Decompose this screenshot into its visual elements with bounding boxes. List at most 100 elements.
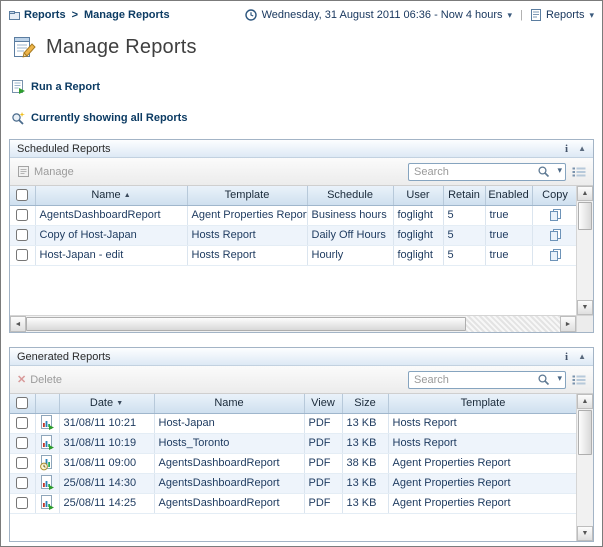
search-dropdown-icon[interactable]: ▾ xyxy=(557,373,562,384)
column-header-date[interactable]: Date ▼ xyxy=(59,394,154,413)
column-header-name[interactable]: Name ▲ xyxy=(35,186,187,205)
row-checkbox[interactable] xyxy=(16,209,28,221)
vertical-scrollbar[interactable]: ▲ ▼ xyxy=(576,186,593,315)
column-header-template[interactable]: Template xyxy=(388,394,576,413)
report-icon xyxy=(40,437,54,449)
time-range-dropdown-icon[interactable]: ▾ xyxy=(508,10,513,21)
column-header-size[interactable]: Size xyxy=(342,394,388,413)
cell-view[interactable]: PDF xyxy=(304,433,342,453)
column-header-copy[interactable]: Copy xyxy=(532,186,576,205)
row-checkbox[interactable] xyxy=(16,477,28,489)
manage-reports-icon xyxy=(11,35,37,59)
column-header-view[interactable]: View xyxy=(304,394,342,413)
scroll-up-button[interactable]: ▲ xyxy=(577,186,593,201)
scheduled-report-icon xyxy=(40,457,54,469)
table-customizer-icon[interactable] xyxy=(572,374,586,386)
report-icon xyxy=(40,417,54,429)
row-checkbox[interactable] xyxy=(16,457,28,469)
row-checkbox[interactable] xyxy=(16,437,28,449)
filter-icon xyxy=(11,111,25,125)
run-report-label: Run a Report xyxy=(31,81,100,93)
scrollbar-thumb[interactable] xyxy=(578,410,592,455)
column-header-user[interactable]: User xyxy=(393,186,443,205)
scrollbar-thumb[interactable] xyxy=(26,317,466,331)
scrollbar-thumb[interactable] xyxy=(578,202,592,230)
scrollbar-track[interactable] xyxy=(466,316,560,332)
table-row[interactable]: 25/08/11 14:30 AgentsDashboardReport PDF… xyxy=(10,473,576,493)
column-header-schedule[interactable]: Schedule xyxy=(307,186,393,205)
reports-folder-icon xyxy=(9,10,20,21)
cell-schedule: Daily Off Hours xyxy=(307,225,393,245)
table-row[interactable]: 31/08/11 10:19 Hosts_Toronto PDF 13 KB H… xyxy=(10,433,576,453)
row-checkbox[interactable] xyxy=(16,229,28,241)
reports-menu-dropdown-icon[interactable]: ▾ xyxy=(589,10,594,21)
cell-view[interactable]: PDF xyxy=(304,493,342,513)
row-checkbox[interactable] xyxy=(16,417,28,429)
table-row[interactable]: Copy of Host-Japan Hosts Report Daily Of… xyxy=(10,225,576,245)
scheduled-header-row: Name ▲ Template Schedule User Retain Ena… xyxy=(10,186,576,205)
cell-template: Agent Properties Report xyxy=(388,473,576,493)
copy-icon[interactable] xyxy=(548,229,563,241)
cell-schedule: Hourly xyxy=(307,245,393,265)
delete-button-label: Delete xyxy=(30,374,62,386)
select-all-checkbox-cell xyxy=(10,394,35,413)
cell-user: foglight xyxy=(393,225,443,245)
row-checkbox[interactable] xyxy=(16,249,28,261)
cell-view[interactable]: PDF xyxy=(304,413,342,433)
copy-icon[interactable] xyxy=(548,209,563,221)
info-icon[interactable]: i xyxy=(565,143,568,155)
cell-name: Hosts_Toronto xyxy=(154,433,304,453)
cell-schedule: Business hours xyxy=(307,205,393,225)
scroll-left-button[interactable]: ◄ xyxy=(10,316,26,332)
table-customizer-icon[interactable] xyxy=(572,166,586,178)
sort-asc-icon: ▲ xyxy=(124,192,131,199)
collapse-icon[interactable]: ▲ xyxy=(578,144,586,153)
scroll-down-button[interactable]: ▼ xyxy=(577,300,593,315)
column-header-retain[interactable]: Retain xyxy=(443,186,485,205)
table-row[interactable]: AgentsDashboardReport Agent Properties R… xyxy=(10,205,576,225)
cell-user: foglight xyxy=(393,205,443,225)
select-all-checkbox[interactable] xyxy=(16,397,28,409)
vertical-scrollbar[interactable]: ▲ ▼ xyxy=(576,394,593,541)
horizontal-scrollbar[interactable]: ◄ ► xyxy=(10,316,576,332)
table-row[interactable]: 31/08/11 09:00 AgentsDashboardReport PDF… xyxy=(10,453,576,473)
report-icon xyxy=(40,477,54,489)
table-row[interactable]: Host-Japan - edit Hosts Report Hourly fo… xyxy=(10,245,576,265)
scheduled-panel-title: Scheduled Reports xyxy=(17,143,111,155)
cell-view[interactable]: PDF xyxy=(304,453,342,473)
column-header-name[interactable]: Name xyxy=(154,394,304,413)
search-icon[interactable] xyxy=(537,165,550,178)
cell-name: Host-Japan - edit xyxy=(35,245,187,265)
table-row[interactable]: 25/08/11 14:25 AgentsDashboardReport PDF… xyxy=(10,493,576,513)
generated-search-box: ▾ xyxy=(408,371,566,389)
scroll-up-button[interactable]: ▲ xyxy=(577,394,593,409)
row-checkbox[interactable] xyxy=(16,497,28,509)
reports-menu-label[interactable]: Reports xyxy=(546,9,585,21)
scroll-down-button[interactable]: ▼ xyxy=(577,526,593,541)
scrollbar-corner xyxy=(576,316,593,332)
info-icon[interactable]: i xyxy=(565,351,568,363)
select-all-checkbox[interactable] xyxy=(16,189,28,201)
showing-filter[interactable]: Currently showing all Reports xyxy=(1,107,602,129)
cell-view[interactable]: PDF xyxy=(304,473,342,493)
breadcrumb-root[interactable]: Reports xyxy=(24,9,66,21)
delete-button[interactable]: ✕ Delete xyxy=(17,373,62,386)
cell-user: foglight xyxy=(393,245,443,265)
manage-button[interactable]: Manage xyxy=(17,165,74,178)
search-dropdown-icon[interactable]: ▾ xyxy=(557,165,562,176)
scheduled-panel-header: Scheduled Reports i ▲ xyxy=(10,140,593,158)
page-header: Manage Reports xyxy=(1,27,602,65)
column-header-template[interactable]: Template xyxy=(187,186,307,205)
scroll-right-button[interactable]: ► xyxy=(560,316,576,332)
copy-icon[interactable] xyxy=(548,249,563,261)
column-header-enabled[interactable]: Enabled xyxy=(485,186,532,205)
time-range-label[interactable]: Wednesday, 31 August 2011 06:36 - Now 4 … xyxy=(262,9,503,21)
reports-menu-icon xyxy=(531,9,541,21)
collapse-icon[interactable]: ▲ xyxy=(578,352,586,361)
cell-retain: 5 xyxy=(443,245,485,265)
run-report-link[interactable]: Run a Report xyxy=(1,77,602,97)
manage-button-label: Manage xyxy=(34,166,74,178)
search-icon[interactable] xyxy=(537,373,550,386)
table-row[interactable]: 31/08/11 10:21 Host-Japan PDF 13 KB Host… xyxy=(10,413,576,433)
time-range-control: Wednesday, 31 August 2011 06:36 - Now 4 … xyxy=(245,9,594,21)
